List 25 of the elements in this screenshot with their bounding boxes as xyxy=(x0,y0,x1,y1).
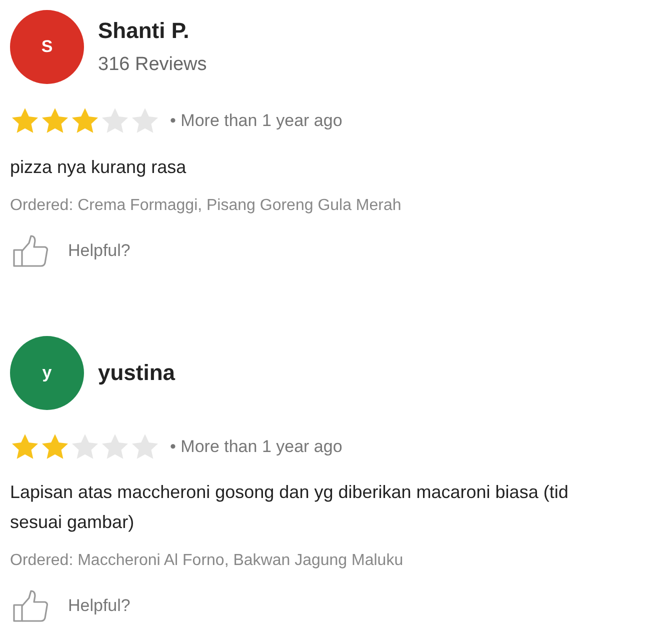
review-count: 316 Reviews xyxy=(98,53,207,78)
star-icon xyxy=(42,434,68,459)
helpful-button[interactable]: Helpful? xyxy=(0,234,130,268)
review-time: • More than 1 year ago xyxy=(170,110,342,132)
reviewer-name: yustina xyxy=(98,359,176,387)
star-icon xyxy=(72,434,98,459)
star-icon xyxy=(42,108,68,134)
star-icon xyxy=(72,108,98,134)
ordered-items: Ordered: Maccheroni Al Forno, Bakwan Jagung Maluku xyxy=(9,551,404,571)
star-icon xyxy=(132,108,158,134)
ordered-items: Ordered: Crema Formaggi, Pisang Goreng Gula Merah xyxy=(9,196,402,216)
review-text: pizza nya kurang rasa xyxy=(9,156,186,179)
star-icon xyxy=(12,434,38,459)
reviewer-name: Shanti P. xyxy=(98,17,190,46)
star-icon xyxy=(132,434,158,459)
review-time: • More than 1 year ago xyxy=(170,436,342,458)
star-icon xyxy=(102,434,128,459)
avatar: y xyxy=(10,336,84,410)
helpful-button[interactable]: Helpful? xyxy=(0,589,130,623)
thumbs-up-icon xyxy=(12,589,50,623)
star-icon xyxy=(12,108,38,134)
star-icon xyxy=(102,108,128,134)
thumbs-up-icon xyxy=(12,234,50,268)
review-text: Lapisan atas maccheroni gosong dan yg diberikan macaroni biasa (tid sesuai gambar) xyxy=(9,481,568,534)
avatar: S xyxy=(10,10,84,84)
